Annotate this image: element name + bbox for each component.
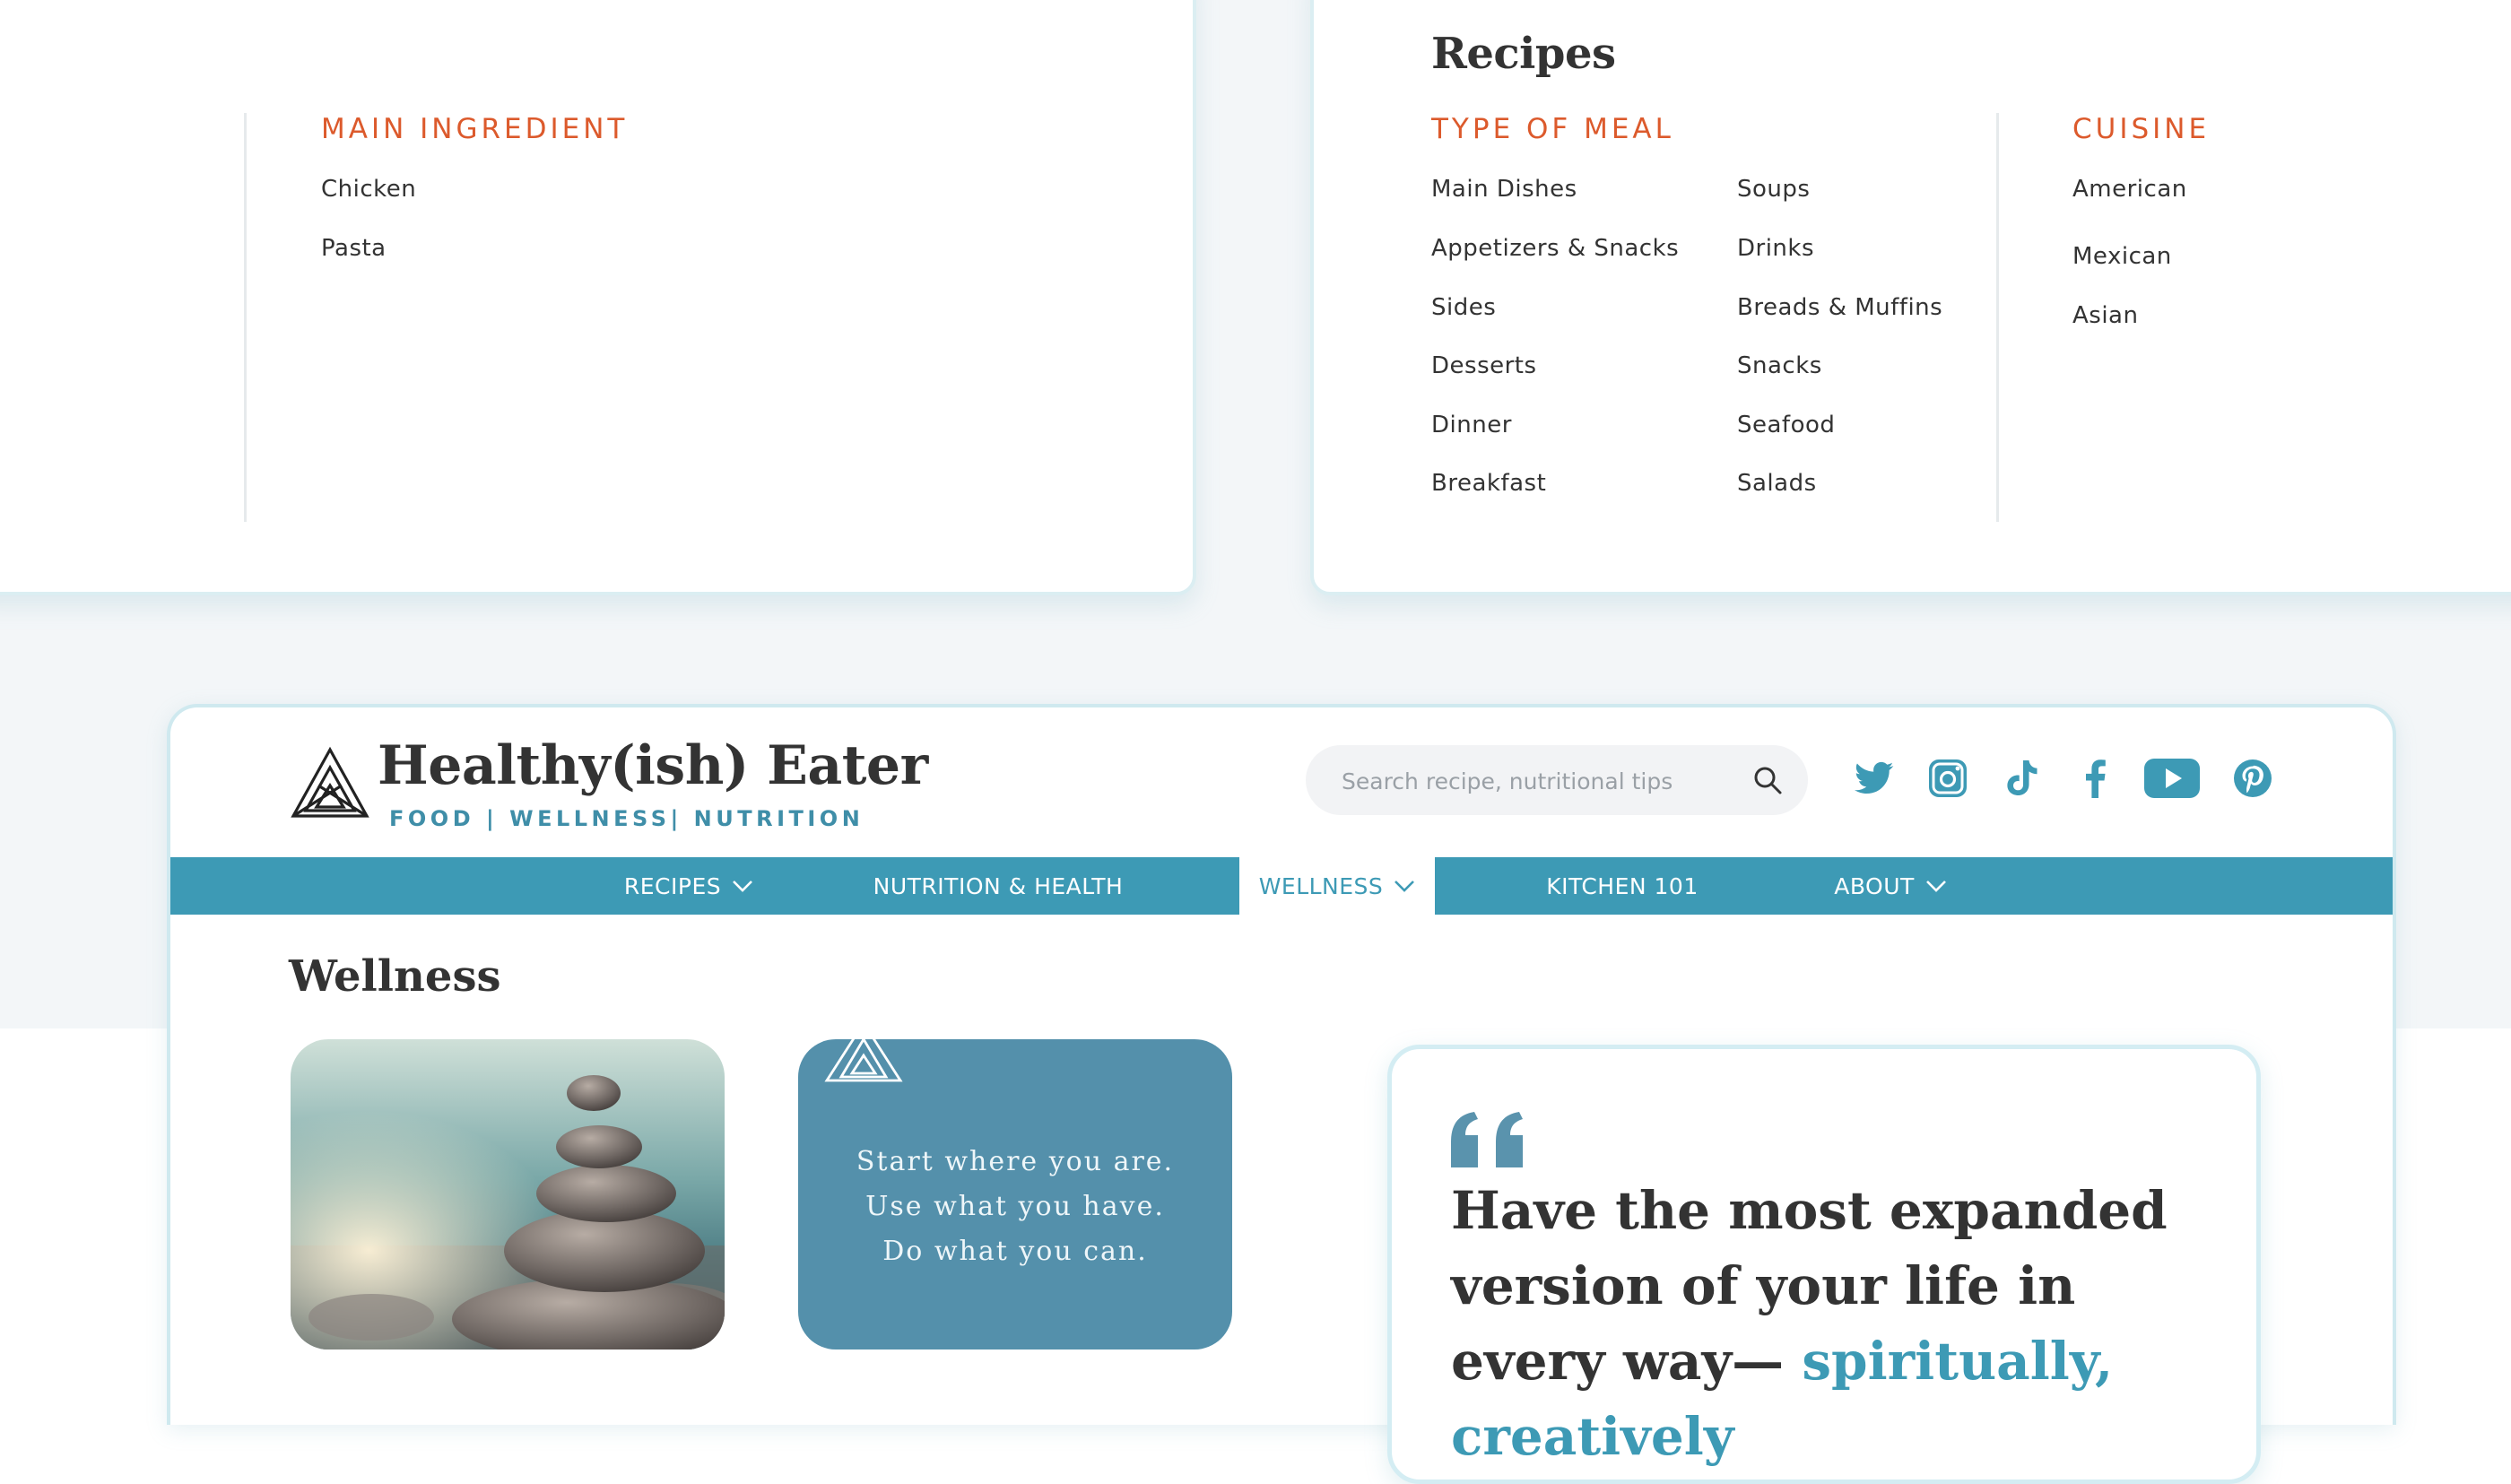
menu-link-seafood[interactable]: Seafood — [1737, 412, 1835, 438]
nav-nutrition-health-label: NUTRITION & HEALTH — [873, 872, 1124, 899]
quote-tile: Start where you are. Use what you have. … — [798, 1039, 1232, 1349]
menu-link-appetizers-snacks[interactable]: Appetizers & Snacks — [1431, 235, 1679, 262]
nav-about[interactable]: ABOUT — [1801, 857, 1980, 915]
menu-link-snacks[interactable]: Snacks — [1737, 352, 1822, 379]
nav-recipes[interactable]: RECIPES — [595, 857, 782, 915]
pinterest-icon[interactable] — [2226, 747, 2280, 810]
instagram-icon[interactable] — [1921, 747, 1975, 810]
brand-tagline: FOOD | WELLNESS| NUTRITION — [389, 806, 865, 831]
featured-quote-card: Have the most expanded version of your l… — [1387, 1045, 2261, 1484]
stacked-stones-image[interactable] — [291, 1039, 725, 1349]
nav-kitchen-101[interactable]: KITCHEN 101 — [1528, 857, 1716, 915]
menu-link-desserts[interactable]: Desserts — [1431, 352, 1537, 379]
tiktok-icon[interactable] — [1994, 747, 2048, 810]
chevron-down-icon — [1395, 881, 1415, 892]
tile-quote-line: Use what you have. — [865, 1191, 1165, 1222]
menu-link-pasta[interactable]: Pasta — [321, 235, 387, 262]
facebook-icon[interactable] — [2068, 747, 2122, 810]
chevron-down-icon — [733, 881, 753, 892]
menu-link-soups[interactable]: Soups — [1737, 176, 1810, 203]
main-ingredient-menu-card: MAIN INGREDIENT Chicken Pasta — [0, 0, 1196, 595]
menu-link-drinks[interactable]: Drinks — [1737, 235, 1814, 262]
recipes-menu-card: Recipes TYPE OF MEAL Main Dishes Appetiz… — [1310, 0, 2511, 595]
quote-mark-icon — [1451, 1112, 1523, 1167]
menu-link-sides[interactable]: Sides — [1431, 294, 1496, 321]
main-ingredient-heading: MAIN INGREDIENT — [321, 113, 629, 145]
triangle-logo-icon[interactable] — [290, 746, 370, 820]
menu-link-mexican[interactable]: Mexican — [2072, 243, 2172, 270]
brand-name[interactable]: Healthy(ish) Eater — [378, 734, 928, 797]
nav-kitchen-101-label: KITCHEN 101 — [1546, 872, 1699, 899]
search-icon[interactable] — [1752, 765, 1783, 795]
youtube-icon[interactable] — [2140, 747, 2204, 810]
menu-link-main-dishes[interactable]: Main Dishes — [1431, 176, 1577, 203]
twitter-icon[interactable] — [1847, 747, 1901, 810]
menu-link-chicken[interactable]: Chicken — [321, 176, 416, 203]
menu-link-salads[interactable]: Salads — [1737, 470, 1817, 497]
main-nav: RECIPES NUTRITION & HEALTH WELLNESS KITC… — [170, 857, 2393, 915]
page-title: Wellness — [289, 951, 501, 1002]
nav-wellness-label: WELLNESS — [1258, 872, 1384, 899]
menu-link-breakfast[interactable]: Breakfast — [1431, 470, 1546, 497]
triangle-logo-icon — [824, 1039, 903, 1082]
search-bar — [1306, 745, 1808, 817]
cuisine-heading: CUISINE — [2072, 113, 2211, 145]
menu-link-american[interactable]: American — [2072, 176, 2187, 203]
chevron-down-icon — [1925, 881, 1946, 892]
nav-nutrition-health[interactable]: NUTRITION & HEALTH — [850, 857, 1146, 915]
menu-divider — [1996, 113, 1999, 522]
menu-divider — [244, 113, 247, 522]
search-input[interactable] — [1340, 745, 1738, 817]
type-of-meal-heading: TYPE OF MEAL — [1431, 113, 1674, 145]
recipes-menu-title: Recipes — [1431, 29, 1616, 79]
menu-link-breads-muffins[interactable]: Breads & Muffins — [1737, 294, 1942, 321]
tile-quote-line: Do what you can. — [882, 1236, 1148, 1267]
tile-quote-line: Start where you are. — [856, 1146, 1175, 1177]
menu-link-dinner[interactable]: Dinner — [1431, 412, 1512, 438]
featured-quote-text: Have the most expanded version of your l… — [1451, 1173, 2222, 1474]
menu-link-asian[interactable]: Asian — [2072, 302, 2138, 329]
tile-quote-text: Start where you are. Use what you have. … — [798, 1140, 1232, 1274]
nav-wellness[interactable]: WELLNESS — [1239, 857, 1435, 915]
nav-about-label: ABOUT — [1834, 872, 1915, 899]
nav-recipes-label: RECIPES — [623, 872, 722, 899]
